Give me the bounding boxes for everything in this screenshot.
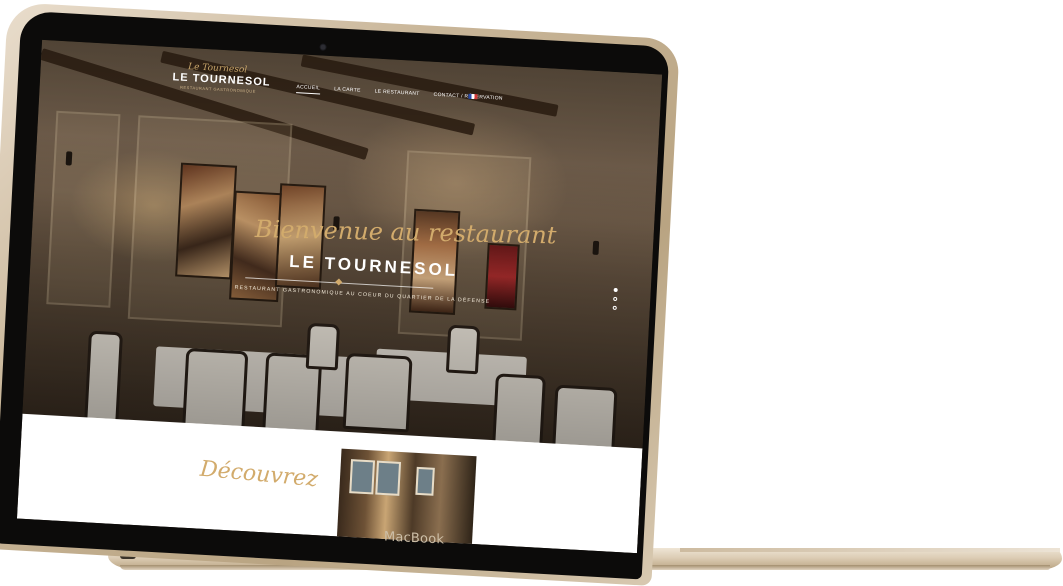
hinge bbox=[680, 548, 1060, 552]
camera-icon bbox=[320, 44, 326, 50]
window-pane bbox=[415, 466, 435, 496]
french-flag-icon[interactable] bbox=[468, 93, 478, 100]
window-pane bbox=[375, 460, 402, 496]
window-pane bbox=[349, 459, 376, 495]
device-brand: MacBook bbox=[384, 529, 445, 548]
website-screen: Le Tournesol LE TOURNESOL RESTAURANT GAS… bbox=[16, 39, 663, 554]
nav-item-accueil[interactable]: ACCUEIL bbox=[296, 84, 321, 95]
slider-dot-2[interactable] bbox=[613, 296, 618, 302]
slider-dot-1[interactable] bbox=[613, 287, 618, 293]
laptop: Le Tournesol LE TOURNESOL RESTAURANT GAS… bbox=[0, 0, 1063, 586]
nav-item-la-carte[interactable]: LA CARTE bbox=[334, 86, 361, 96]
laptop-lid: Le Tournesol LE TOURNESOL RESTAURANT GAS… bbox=[0, 2, 681, 586]
slider-dot-3[interactable] bbox=[612, 305, 617, 311]
screen-bezel: Le Tournesol LE TOURNESOL RESTAURANT GAS… bbox=[0, 10, 670, 580]
